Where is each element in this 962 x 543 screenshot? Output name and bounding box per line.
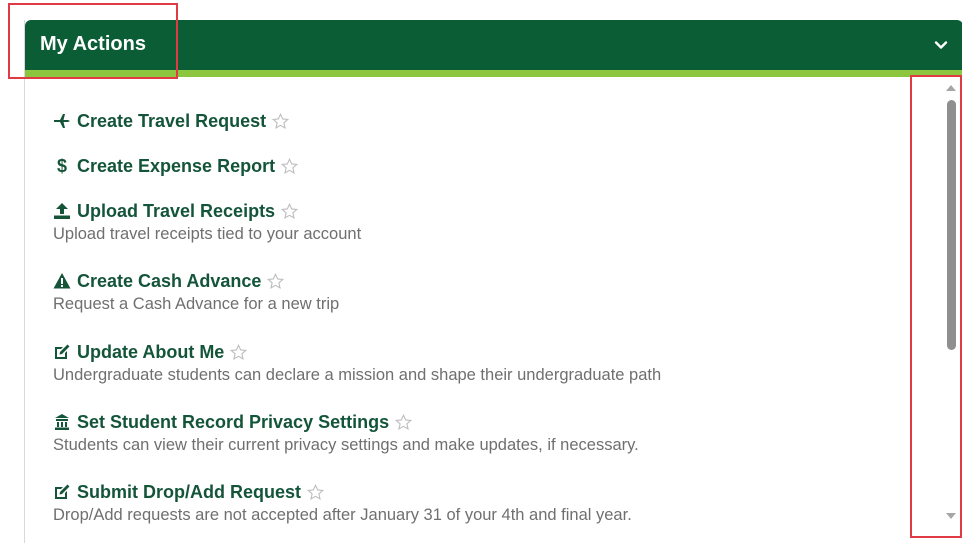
item-description: Upload travel receipts tied to your acco… [53, 225, 362, 243]
upload-icon [54, 203, 70, 219]
scrollbar-highlight-box [910, 75, 962, 538]
building-icon [55, 414, 69, 430]
star-icon[interactable] [281, 202, 299, 220]
list-item: Create Travel Request [53, 109, 290, 133]
item-description: Request a Cash Advance for a new trip [53, 295, 340, 313]
star-icon[interactable] [267, 272, 285, 290]
list-item: Submit Drop/Add Request Drop/Add request… [53, 480, 632, 525]
list-item: Update About Me Undergraduate students c… [53, 340, 661, 385]
list-item: $ Create Expense Report [53, 154, 299, 178]
upload-travel-receipts-link[interactable]: Upload Travel Receipts [77, 201, 275, 222]
star-icon[interactable] [281, 157, 299, 175]
list-item: Set Student Record Privacy Settings Stud… [53, 410, 639, 455]
item-description: Students can view their current privacy … [53, 436, 639, 454]
edit-icon [55, 344, 70, 359]
airplane-icon [54, 114, 70, 128]
create-expense-report-link[interactable]: Create Expense Report [77, 156, 275, 177]
item-description: Drop/Add requests are not accepted after… [53, 506, 632, 524]
title-highlight-box [8, 3, 178, 79]
list-item: Upload Travel Receipts Upload travel rec… [53, 199, 361, 244]
star-icon[interactable] [230, 343, 248, 361]
dollar-icon: $ [56, 156, 67, 176]
warning-icon [53, 273, 71, 289]
actions-list: Create Travel Request $ Create Expense R… [25, 77, 925, 543]
create-cash-advance-link[interactable]: Create Cash Advance [77, 271, 261, 292]
chevron-down-icon[interactable] [933, 37, 949, 53]
my-actions-panel: My Actions Create Travel Request $ Creat… [24, 20, 962, 543]
star-icon[interactable] [307, 483, 324, 501]
create-travel-request-link[interactable]: Create Travel Request [77, 111, 266, 132]
star-icon[interactable] [395, 413, 413, 431]
update-about-me-link[interactable]: Update About Me [77, 342, 224, 363]
star-icon[interactable] [272, 112, 290, 130]
submit-drop-add-request-link[interactable]: Submit Drop/Add Request [77, 482, 301, 503]
list-item: Create Cash Advance Request a Cash Advan… [53, 269, 339, 314]
item-description: Undergraduate students can declare a mis… [53, 366, 662, 384]
set-student-record-privacy-settings-link[interactable]: Set Student Record Privacy Settings [77, 412, 389, 433]
edit-icon [55, 484, 70, 499]
